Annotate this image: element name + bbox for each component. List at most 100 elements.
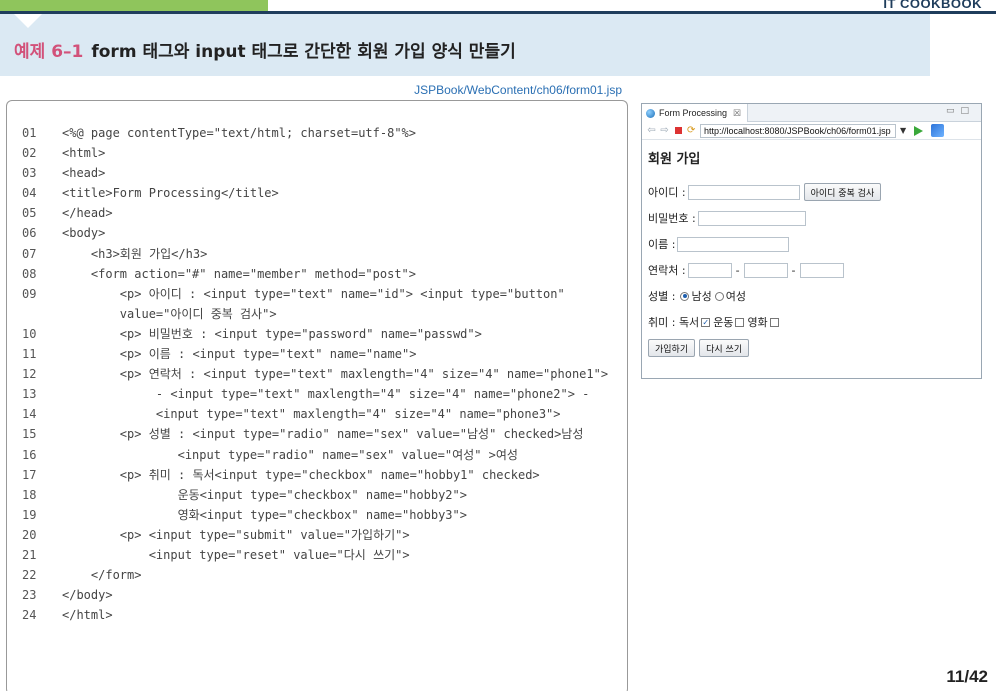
name-input[interactable] — [677, 236, 790, 252]
code-line: 24 </html> — [22, 605, 622, 625]
id-input[interactable] — [687, 184, 800, 200]
source-path: JSPBook/WebContent/ch06/form01.jsp — [414, 83, 622, 97]
line-number: 22 — [22, 568, 37, 583]
go-icon[interactable] — [914, 125, 924, 136]
name-row: 이름 : — [648, 231, 981, 257]
code-line: 15 <p> 성별 : <input type="radio" name="se… — [22, 424, 622, 444]
id-label: 아이디 : — [648, 186, 686, 199]
line-number: 13 — [22, 387, 37, 402]
forward-arrow-icon[interactable]: ⇨ — [659, 125, 670, 136]
code-text: </head> — [62, 206, 113, 221]
line-number: 20 — [22, 527, 37, 542]
code-text: <p> 이름 : <input type="text" name="name"> — [62, 347, 417, 362]
code-text: <p> 성별 : <input type="radio" name="sex" … — [62, 427, 584, 442]
browser-toolbar: ⇦ ⇨ ⟳ http://localhost:8080/JSPBook/ch06… — [642, 122, 981, 140]
code-text: <input type="text" maxlength="4" size="4… — [62, 407, 561, 422]
code-text: <title>Form Processing</title> — [62, 186, 279, 201]
line-number: 09 — [22, 286, 37, 301]
passwd-input[interactable] — [697, 210, 806, 226]
form-heading: 회원 가입 — [648, 152, 701, 167]
hobby2-checkbox[interactable] — [735, 317, 745, 327]
refresh-icon[interactable]: ⟳ — [687, 125, 697, 136]
code-line: value="아이디 중복 검사"> — [22, 304, 622, 324]
code-text: <p> <input type="submit" value="가입하기"> — [62, 527, 410, 542]
code-text: <body> — [62, 226, 106, 241]
back-arrow-icon[interactable]: ⇦ — [646, 125, 657, 136]
code-line: 11 <p> 이름 : <input type="text" name="nam… — [22, 344, 622, 364]
line-number: 08 — [22, 266, 37, 281]
url-bar[interactable]: http://localhost:8080/JSPBook/ch06/form0… — [700, 123, 896, 138]
page-number: 11/42 — [946, 667, 988, 686]
browser-tab-bar: Form Processing ☒ ▭□ — [642, 104, 981, 122]
hobby-movie-label: 영화 — [747, 316, 768, 329]
code-text: <p> 연락처 : <input type="text" maxlength="… — [62, 367, 609, 382]
code-line: 05 </head> — [22, 203, 622, 223]
phone3-input[interactable] — [799, 262, 844, 278]
code-line: 12 <p> 연락처 : <input type="text" maxlengt… — [22, 364, 622, 384]
browser-content: 회원 가입 아이디 : 아이디 중복 검사 비밀번호 : 이름 : 연락처 : … — [642, 140, 981, 361]
browser-window: Form Processing ☒ ▭□ ⇦ ⇨ ⟳ http://localh… — [641, 103, 982, 379]
tab-label: Form Processing — [659, 108, 728, 118]
example-number: 예제 6–1 — [14, 42, 84, 62]
code-line: 02 <html> — [22, 143, 622, 163]
code-line: 21 <input type="reset" value="다시 쓰기"> — [22, 545, 622, 565]
globe-icon — [646, 108, 655, 118]
minimize-icon[interactable]: ▭ — [946, 106, 961, 116]
url-dropdown-icon[interactable]: ▼ — [900, 126, 906, 135]
code-line: 08 <form action="#" name="member" method… — [22, 264, 622, 284]
code-line: 10 <p> 비밀번호 : <input type="password" nam… — [22, 324, 622, 344]
line-number: 07 — [22, 246, 37, 261]
title-notch — [14, 14, 42, 28]
id-check-button[interactable]: 아이디 중복 검사 — [803, 183, 882, 201]
sex-label: 성별 : — [648, 290, 676, 303]
code-line: 17 <p> 취미 : 독서<input type="checkbox" nam… — [22, 465, 622, 485]
code-text: 영화<input type="checkbox" name="hobby3"> — [62, 507, 467, 522]
phone-label: 연락처 : — [648, 264, 686, 277]
phone-row: 연락처 : - - — [648, 257, 981, 283]
phone1-input[interactable] — [687, 262, 732, 278]
code-line: 16 <input type="radio" name="sex" value=… — [22, 445, 622, 465]
code-text: </html> — [62, 608, 113, 623]
code-text: <p> 비밀번호 : <input type="password" name="… — [62, 326, 482, 341]
code-text: <p> 취미 : 독서<input type="checkbox" name="… — [62, 467, 540, 482]
code-text: value="아이디 중복 검사"> — [62, 306, 277, 321]
tab-close-icon[interactable]: ☒ — [733, 108, 741, 119]
maximize-icon[interactable]: □ — [960, 106, 975, 116]
hobby-exercise-label: 운동 — [713, 316, 734, 329]
code-text: </body> — [62, 588, 113, 603]
code-line: 14 <input type="text" maxlength="4" size… — [22, 404, 622, 424]
code-text: <html> — [62, 146, 106, 161]
code-line: 04 <title>Form Processing</title> — [22, 183, 622, 203]
line-number: 04 — [22, 186, 37, 201]
line-number: 02 — [22, 146, 37, 161]
code-line: 23 </body> — [22, 585, 622, 605]
code-text: <p> 아이디 : <input type="text" name="id"> … — [62, 286, 565, 301]
window-controls: ▭□ — [946, 106, 975, 116]
phone-dash: - — [735, 263, 740, 277]
hobby1-checkbox[interactable]: ✓ — [701, 317, 711, 327]
browser-tab[interactable]: Form Processing ☒ — [642, 104, 749, 122]
code-line: 09 <p> 아이디 : <input type="text" name="id… — [22, 284, 622, 304]
sex-row: 성별 : 남성 여성 — [648, 283, 981, 309]
external-browser-icon[interactable] — [931, 124, 945, 137]
code-text: </form> — [62, 568, 142, 583]
line-number: 03 — [22, 166, 37, 181]
submit-button[interactable]: 가입하기 — [648, 339, 696, 357]
code-line: 22 </form> — [22, 565, 622, 585]
line-number: 05 — [22, 206, 37, 221]
reset-button[interactable]: 다시 쓰기 — [699, 339, 750, 357]
code-text: <%@ page contentType="text/html; charset… — [62, 126, 417, 140]
code-line: 20 <p> <input type="submit" value="가입하기"… — [22, 525, 622, 545]
code-text: 운동<input type="checkbox" name="hobby2"> — [62, 487, 467, 502]
sex-female-label: 여성 — [725, 290, 746, 303]
line-number: 06 — [22, 226, 37, 241]
sex-male-radio[interactable] — [680, 291, 690, 301]
stop-icon[interactable] — [675, 127, 682, 134]
line-number: 01 — [22, 126, 37, 140]
line-number: 18 — [22, 487, 37, 502]
hobby3-checkbox[interactable] — [769, 317, 779, 327]
code-line: 19 영화<input type="checkbox" name="hobby3… — [22, 505, 622, 525]
phone-dash: - — [791, 263, 796, 277]
sex-female-radio[interactable] — [714, 291, 724, 301]
phone2-input[interactable] — [743, 262, 788, 278]
